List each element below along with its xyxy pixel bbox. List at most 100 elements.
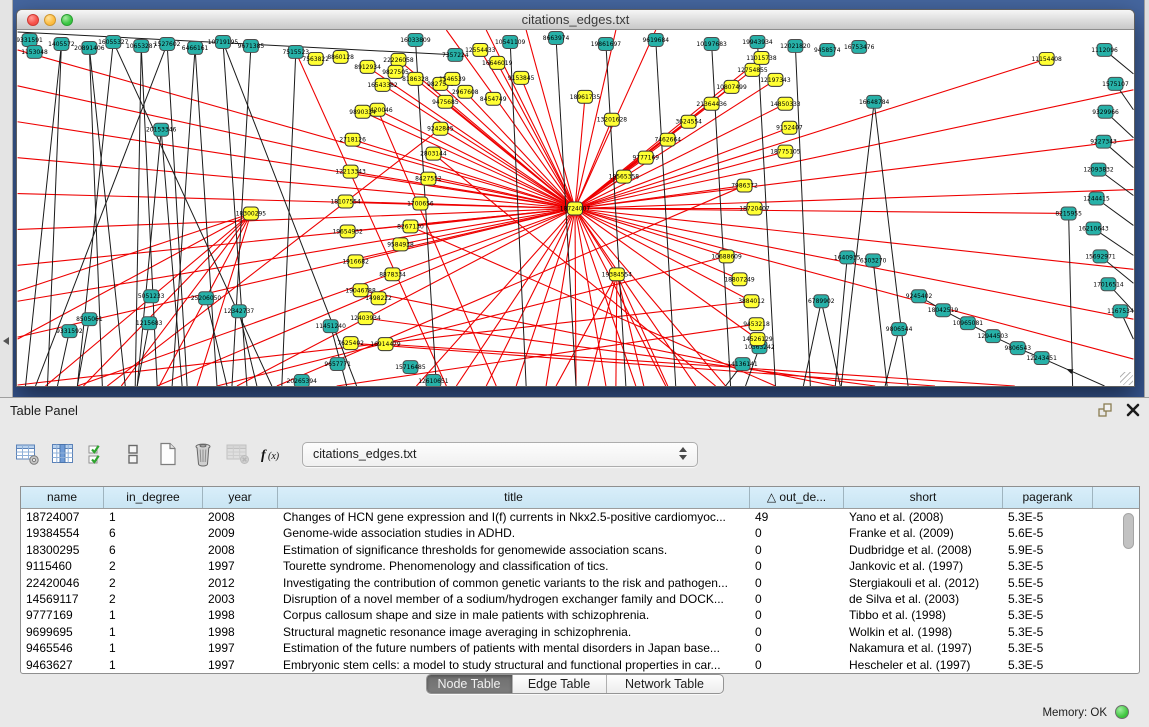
network-node-label: 1498222 bbox=[365, 295, 392, 302]
citation-edge-black bbox=[1069, 213, 1073, 386]
close-window-icon[interactable] bbox=[27, 14, 39, 26]
network-node-label: 9329966 bbox=[1092, 109, 1119, 116]
citation-edge-black bbox=[841, 102, 874, 386]
table-row[interactable]: 1872400712008Changes of HCN gene express… bbox=[21, 509, 1139, 525]
row-height-icon[interactable] bbox=[119, 441, 147, 467]
cell-name: 19384554 bbox=[21, 525, 104, 541]
table-row[interactable]: 1830029562008Estimation of significance … bbox=[21, 542, 1139, 558]
delete-table-icon[interactable] bbox=[224, 441, 252, 467]
memory-ok-led-icon[interactable] bbox=[1115, 705, 1129, 719]
window-titlebar[interactable]: citations_edges.txt bbox=[17, 10, 1134, 30]
tab-network-table[interactable]: Network Table bbox=[607, 675, 723, 693]
network-node-label: 6789902 bbox=[808, 298, 835, 305]
network-node-label: 2967608 bbox=[452, 89, 479, 96]
table-row[interactable]: 969969511998Structural magnetic resonanc… bbox=[21, 624, 1139, 640]
table-toolbar: f(x) citations_edges.txt bbox=[14, 438, 698, 470]
citation-edge-red bbox=[296, 52, 447, 386]
function-builder-icon[interactable]: f(x) bbox=[259, 441, 287, 467]
table-row[interactable]: 977716911998Corpus callosum shape and si… bbox=[21, 607, 1139, 623]
table-row[interactable]: 911546021997Tourette syndrome. Phenomeno… bbox=[21, 558, 1139, 574]
panel-collapse-arrow-icon[interactable] bbox=[3, 337, 9, 345]
collapsed-results-panel[interactable] bbox=[1144, 0, 1149, 397]
network-node-label: 7986372 bbox=[731, 183, 758, 190]
collapsed-control-panel[interactable] bbox=[0, 0, 13, 397]
close-panel-icon[interactable] bbox=[1125, 402, 1141, 418]
citation-edge-black bbox=[873, 260, 887, 386]
column-visibility-icon[interactable] bbox=[49, 441, 77, 467]
svg-text:f: f bbox=[261, 448, 267, 463]
tab-edge-table[interactable]: Edge Table bbox=[513, 675, 607, 693]
network-node-label: 2718126 bbox=[339, 137, 366, 144]
cell-in_degree: 1 bbox=[104, 607, 203, 623]
column-header-in_degree[interactable]: in_degree bbox=[104, 487, 203, 508]
network-node-label: 10807499 bbox=[716, 84, 747, 91]
network-node-label: 9806543 bbox=[1004, 345, 1031, 352]
cell-in_degree: 1 bbox=[104, 509, 203, 525]
selection-mode-icon[interactable] bbox=[84, 441, 112, 467]
network-node-label: 9619684 bbox=[642, 37, 669, 44]
column-header-pagerank[interactable]: pagerank bbox=[1003, 487, 1093, 508]
table-mode-icon[interactable] bbox=[14, 441, 42, 467]
table-selector-dropdown[interactable]: citations_edges.txt bbox=[302, 442, 698, 467]
cell-short: de Silva et al. (2003) bbox=[844, 591, 1003, 607]
network-node-label: 18807249 bbox=[724, 276, 755, 283]
window-title: citations_edges.txt bbox=[17, 10, 1134, 30]
network-node-label: 18107554 bbox=[330, 199, 361, 206]
delete-column-icon[interactable] bbox=[189, 441, 217, 467]
cell-title: Embryonic stem cells: a model to study s… bbox=[278, 657, 750, 673]
network-canvas[interactable]: 9331591115304814055722089140616055327106… bbox=[17, 30, 1134, 386]
float-window-icon[interactable] bbox=[1097, 402, 1113, 418]
network-node-label: 1153048 bbox=[21, 49, 48, 56]
citation-edge-red bbox=[575, 152, 785, 209]
citation-edge-red bbox=[575, 90, 1133, 209]
cell-short: Stergiakouli et al. (2012) bbox=[844, 575, 1003, 591]
network-node-label: 15692971 bbox=[1085, 253, 1116, 260]
network-node-label: 2803144 bbox=[420, 151, 447, 158]
column-header-short[interactable]: short bbox=[844, 487, 1003, 508]
citation-edge-red bbox=[556, 274, 617, 386]
network-node-label: 10719195 bbox=[208, 39, 239, 46]
tab-node-table[interactable]: Node Table bbox=[427, 675, 513, 693]
status-bar: Memory: OK bbox=[0, 699, 1149, 727]
cell-year: 2012 bbox=[203, 575, 278, 591]
cell-year: 1997 bbox=[203, 657, 278, 673]
table-scrollbar-thumb[interactable] bbox=[1123, 513, 1134, 549]
network-node-label: 7563822 bbox=[302, 56, 329, 63]
citation-edge-red bbox=[575, 208, 1133, 319]
table-row[interactable]: 1456911722003Disruption of a novel membe… bbox=[21, 591, 1139, 607]
citation-edge-black bbox=[795, 46, 810, 386]
column-header-year[interactable]: year bbox=[203, 487, 278, 508]
network-node-label: 21364436 bbox=[696, 101, 727, 108]
table-row[interactable]: 946554611997Estimation of the future num… bbox=[21, 640, 1139, 656]
new-column-icon[interactable] bbox=[154, 441, 182, 467]
citation-edge-red bbox=[575, 208, 727, 256]
column-header-name[interactable]: name bbox=[21, 487, 104, 508]
network-node-label: 18724007 bbox=[560, 205, 591, 212]
cell-pagerank: 5.3E-5 bbox=[1003, 607, 1093, 623]
cell-year: 2008 bbox=[203, 542, 278, 558]
citation-edge-red bbox=[18, 208, 575, 301]
cell-title: Disruption of a novel member of a sodium… bbox=[278, 591, 750, 607]
cell-pagerank: 5.3E-5 bbox=[1003, 591, 1093, 607]
window-resize-grip[interactable] bbox=[1120, 372, 1133, 385]
citation-edge-black bbox=[57, 331, 69, 386]
citation-edge-red bbox=[575, 59, 1047, 209]
minimize-window-icon[interactable] bbox=[44, 14, 56, 26]
table-row[interactable]: 2242004622012Investigating the contribut… bbox=[21, 575, 1139, 591]
cell-title: Estimation of the future numbers of pati… bbox=[278, 640, 750, 656]
citation-edge-red bbox=[18, 208, 575, 229]
column-header-out_degree[interactable]: △ out_de... bbox=[750, 487, 844, 508]
zoom-window-icon[interactable] bbox=[61, 14, 73, 26]
network-node-label: 9806544 bbox=[886, 326, 913, 333]
table-row[interactable]: 946362711997Embryonic stem cells: a mode… bbox=[21, 657, 1139, 673]
cell-title: Corpus callosum shape and size in male p… bbox=[278, 607, 750, 623]
cell-name: 14569117 bbox=[21, 591, 104, 607]
cell-year: 2009 bbox=[203, 525, 278, 541]
network-desktop: citations_edges.txt 93315911153048140557… bbox=[0, 0, 1149, 397]
table-panel-title: Table Panel bbox=[10, 403, 78, 418]
network-node-label: 8454749 bbox=[480, 96, 507, 103]
table-row[interactable]: 1938455462009Genome-wide association stu… bbox=[21, 525, 1139, 541]
column-header-title[interactable]: title bbox=[278, 487, 750, 508]
cell-in_degree: 1 bbox=[104, 657, 203, 673]
network-node-label: 10197683 bbox=[696, 41, 727, 48]
